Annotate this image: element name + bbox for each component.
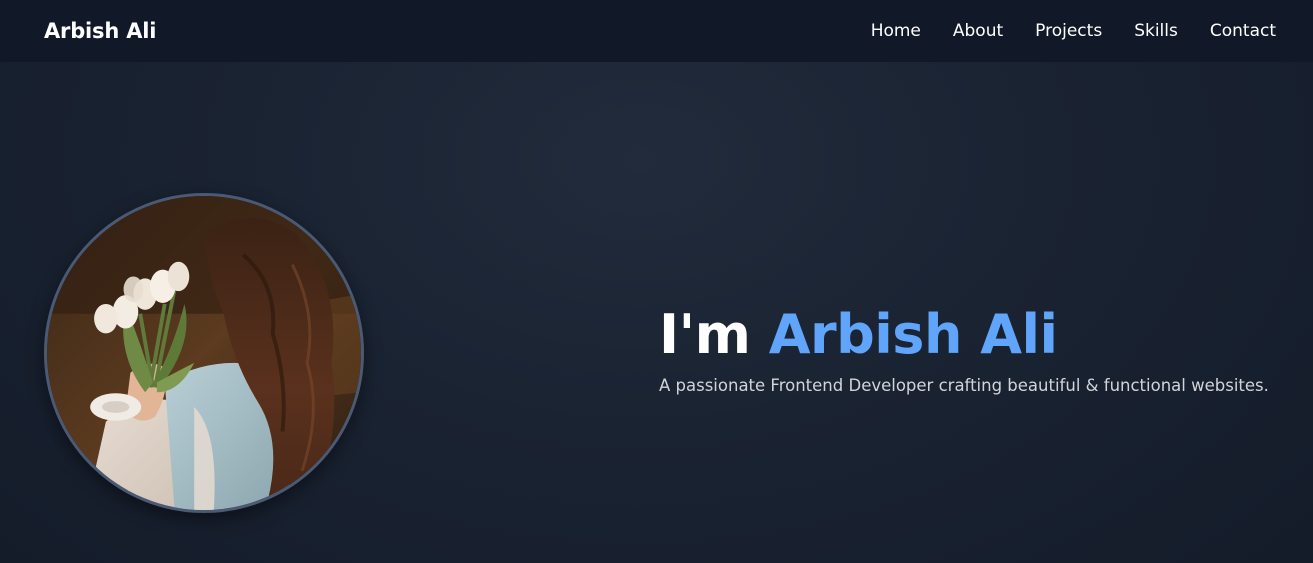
site-logo[interactable]: Arbish Ali — [44, 19, 156, 43]
profile-photo — [44, 193, 364, 513]
hero-section: I'm Arbish Ali A passionate Frontend Dev… — [0, 62, 1313, 563]
hero-text: I'm Arbish Ali A passionate Frontend Dev… — [659, 300, 1299, 395]
nav-link-about[interactable]: About — [953, 21, 1003, 41]
hero-title: I'm Arbish Ali — [659, 300, 1299, 370]
navbar: Arbish Ali Home About Projects Skills Co… — [0, 0, 1313, 62]
nav-link-home[interactable]: Home — [871, 21, 921, 41]
hero-title-name: Arbish Ali — [768, 303, 1058, 366]
nav-links: Home About Projects Skills Contact — [839, 21, 1276, 41]
hero-title-prefix: I'm — [659, 303, 751, 366]
nav-link-projects[interactable]: Projects — [1035, 21, 1102, 41]
hero-subtitle: A passionate Frontend Developer crafting… — [659, 376, 1269, 395]
nav-link-skills[interactable]: Skills — [1134, 21, 1178, 41]
nav-link-contact[interactable]: Contact — [1210, 21, 1276, 41]
